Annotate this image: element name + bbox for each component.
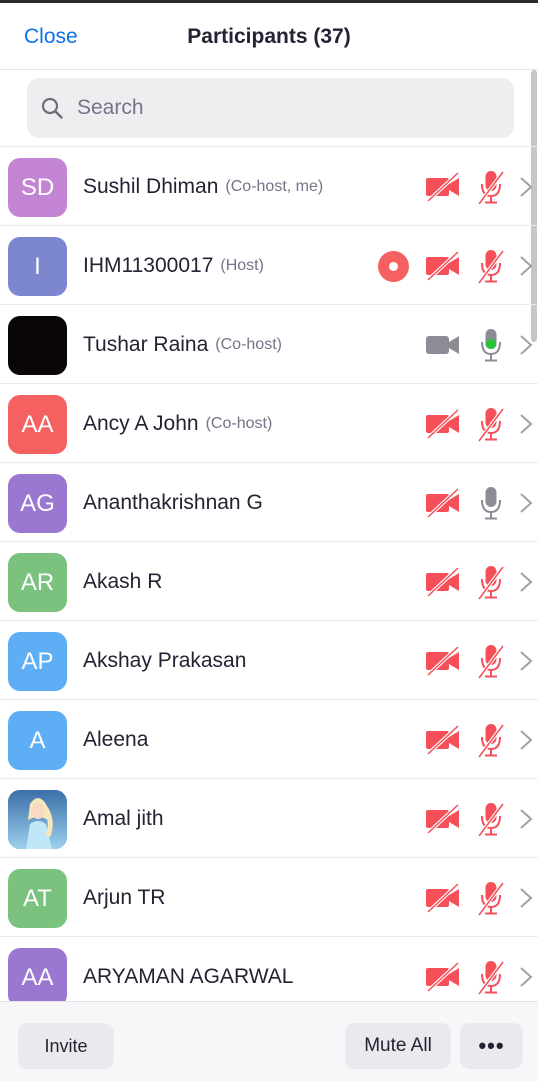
footer-toolbar: Invite Mute All ••• [0,1001,538,1081]
chevron-right-icon[interactable] [519,492,533,514]
video-off-icon[interactable] [424,804,462,834]
participant-row[interactable]: AT Arjun TR [0,857,538,936]
chevron-right-icon[interactable] [519,887,533,909]
mic-muted-icon[interactable] [477,959,505,995]
avatar: AT [8,869,67,928]
participant-name-line: Tushar Raina (Co-host) [83,305,282,384]
chevron-right-icon[interactable] [519,255,533,277]
mic-muted-icon[interactable] [477,643,505,679]
mic-muted-icon[interactable] [477,564,505,600]
participant-role: (Co-host) [205,414,273,432]
participant-name-line: Sushil Dhiman (Co-host, me) [83,147,323,226]
participants-header: Close Participants (37) [0,3,538,70]
search-icon [41,97,63,119]
participant-name: IHM11300017 [83,253,214,277]
participant-name-line: IHM11300017 (Host) [83,226,264,305]
more-options-button[interactable]: ••• [460,1023,523,1069]
video-off-icon[interactable] [424,172,462,202]
avatar: AA [8,395,67,454]
participant-row[interactable]: AR Akash R [0,541,538,620]
video-off-icon[interactable] [424,567,462,597]
participant-name-line: Akshay Prakasan [83,621,246,700]
participant-name: Akshay Prakasan [83,648,247,672]
participant-row[interactable]: Amal jith [0,778,538,857]
avatar: AP [8,632,67,691]
page-title: Participants (37) [187,25,351,48]
video-off-icon[interactable] [424,488,462,518]
mic-muted-icon[interactable] [477,880,505,916]
video-off-icon[interactable] [424,883,462,913]
mic-muted-icon[interactable] [477,169,505,205]
mic-icon[interactable] [477,485,505,521]
participant-row[interactable]: SD Sushil Dhiman (Co-host, me) [0,146,538,225]
mic-muted-icon[interactable] [477,248,505,284]
avatar [8,316,67,375]
participant-row[interactable]: AP Akshay Prakasan [0,620,538,699]
mic-muted-icon[interactable] [477,406,505,442]
chevron-right-icon[interactable] [519,808,533,830]
participant-name: Tushar Raina [83,332,209,356]
participant-name: Ananthakrishnan G [83,490,263,514]
chevron-right-icon[interactable] [519,729,533,751]
participant-name: Ancy A John [83,411,199,435]
chevron-right-icon[interactable] [519,571,533,593]
participant-row[interactable]: AA Ancy A John (Co-host) [0,383,538,462]
chevron-right-icon[interactable] [519,176,533,198]
participant-name-line: Amal jith [83,779,164,858]
invite-button[interactable]: Invite [18,1023,114,1069]
avatar: AA [8,948,67,1007]
mic-muted-icon[interactable] [477,801,505,837]
participant-row[interactable]: Tushar Raina (Co-host) [0,304,538,383]
participant-name-line: Ananthakrishnan G [83,463,263,542]
recording-icon [378,251,409,282]
chevron-right-icon[interactable] [519,334,533,356]
video-off-icon[interactable] [424,409,462,439]
participant-row[interactable]: AG Ananthakrishnan G [0,462,538,541]
participant-row[interactable]: I IHM11300017 (Host) [0,225,538,304]
mute-all-button[interactable]: Mute All [345,1023,451,1069]
avatar: A [8,711,67,770]
chevron-right-icon[interactable] [519,650,533,672]
participant-role: (Co-host, me) [225,177,324,195]
participant-name: Aleena [83,727,149,751]
participant-list: SD Sushil Dhiman (Co-host, me) I IHM11300017… [0,146,538,1015]
participant-name: Amal jith [83,806,164,830]
participant-role: (Host) [220,256,264,274]
video-off-icon[interactable] [424,646,462,676]
video-off-icon[interactable] [424,962,462,992]
participant-name-line: Akash R [83,542,162,621]
search-input[interactable] [77,78,497,138]
avatar: SD [8,158,67,217]
participant-name-line: Aleena [83,700,148,779]
participant-name: ARYAMAN AGARWAL [83,964,294,988]
participant-row[interactable]: A Aleena [0,699,538,778]
mic-muted-icon[interactable] [477,722,505,758]
participant-name-line: Arjun TR [83,858,165,937]
participant-name: Akash R [83,569,163,593]
chevron-right-icon[interactable] [519,966,533,988]
avatar: I [8,237,67,296]
search-box[interactable] [27,78,514,138]
participant-name: Arjun TR [83,885,166,909]
video-on-icon[interactable] [424,330,462,360]
participant-role: (Co-host) [215,335,282,353]
avatar: AR [8,553,67,612]
participant-name-line: Ancy A John (Co-host) [83,384,272,463]
avatar: AG [8,474,67,533]
avatar [8,790,67,849]
video-off-icon[interactable] [424,725,462,755]
participant-name: Sushil Dhiman [83,174,219,198]
mic-active-icon[interactable] [477,327,505,363]
chevron-right-icon[interactable] [519,413,533,435]
video-off-icon[interactable] [424,251,462,281]
